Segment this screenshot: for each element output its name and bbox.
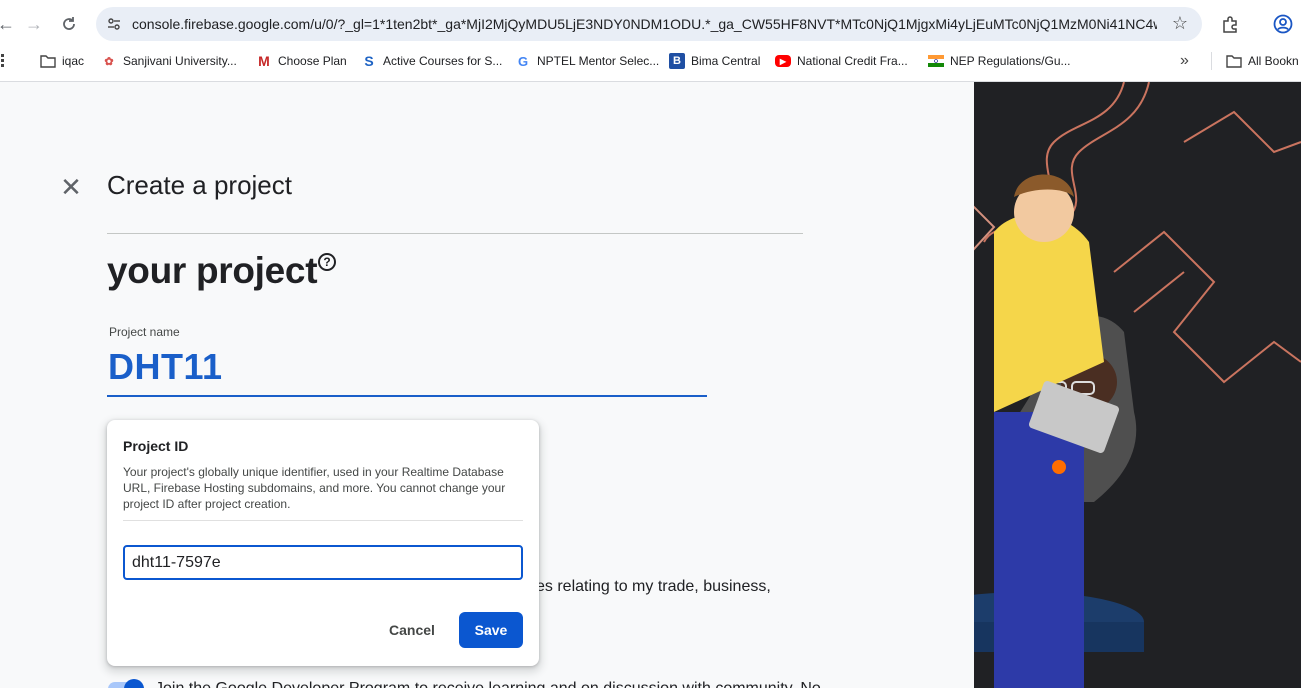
browser-chrome: ← → console.firebase.google.com/u/0/?_gl…	[0, 0, 1301, 82]
close-icon[interactable]: ✕	[58, 174, 84, 200]
extensions-icon[interactable]	[1218, 12, 1242, 36]
bookmark-star-icon[interactable]: ☆	[1172, 13, 1188, 34]
bookmark-sanjivani[interactable]: ✿ Sanjivani University...	[101, 52, 236, 70]
india-flag-icon	[928, 53, 944, 69]
reload-icon[interactable]	[57, 12, 81, 36]
firebase-create-project-page: ✕ Create a project your project ? Projec…	[0, 82, 1301, 688]
b-logo-icon: B	[669, 53, 685, 69]
bookmark-nptel[interactable]: G NPTEL Mentor Selec...	[515, 52, 659, 70]
terms-checkbox-text: es relating to my trade, business,	[536, 578, 771, 595]
project-name-underline	[107, 395, 707, 397]
developer-program-text: Join the Google Developer Program to rec…	[155, 680, 821, 688]
s-logo-icon: S	[364, 53, 374, 69]
forward-icon[interactable]: →	[22, 12, 46, 36]
folder-icon	[1226, 53, 1242, 69]
folder-icon	[40, 53, 56, 69]
profile-icon[interactable]	[1271, 12, 1295, 36]
apps-icon[interactable]	[0, 52, 6, 70]
more-bookmarks-icon[interactable]: »	[1180, 52, 1189, 70]
popup-description: Your project's globally unique identifie…	[123, 465, 506, 511]
hero-illustration	[974, 82, 1301, 688]
site-info-icon[interactable]	[106, 16, 122, 37]
header-divider	[107, 233, 803, 234]
youtube-icon: ▶	[775, 55, 791, 67]
bookmark-active-courses[interactable]: S Active Courses for S...	[361, 52, 502, 70]
all-bookmarks[interactable]: All Bookn	[1226, 52, 1299, 70]
m-logo-icon: M	[258, 53, 270, 69]
bookmark-choose-plan[interactable]: M Choose Plan	[256, 52, 347, 70]
cancel-button[interactable]: Cancel	[378, 612, 446, 648]
page-title: Create a project	[107, 170, 292, 200]
sanjivani-icon: ✿	[104, 55, 114, 68]
bookmark-nep-regulations[interactable]: NEP Regulations/Gu...	[928, 52, 1071, 70]
developer-program-toggle[interactable]	[108, 679, 144, 688]
url-text[interactable]: console.firebase.google.com/u/0/?_gl=1*1…	[132, 16, 1157, 32]
save-button[interactable]: Save	[459, 612, 523, 648]
project-name-input[interactable]: DHT11	[108, 346, 223, 388]
bookmark-iqac[interactable]: iqac	[40, 52, 84, 70]
project-name-label: Project name	[109, 325, 180, 339]
project-id-input[interactable]	[123, 545, 523, 580]
popup-divider	[123, 520, 523, 521]
google-icon: G	[517, 53, 529, 69]
bookmarks-bar: iqac ✿ Sanjivani University... M Choose …	[0, 48, 1301, 74]
address-bar[interactable]: console.firebase.google.com/u/0/?_gl=1*1…	[96, 7, 1202, 41]
project-id-popup: Project ID Your project's globally uniqu…	[107, 420, 539, 666]
help-icon[interactable]: ?	[318, 253, 336, 271]
popup-title: Project ID	[123, 438, 189, 454]
section-heading: your project	[107, 250, 318, 291]
bookmark-bima-central[interactable]: B Bima Central	[669, 52, 760, 70]
back-icon[interactable]: ←	[0, 12, 18, 36]
bookmarks-separator	[1211, 52, 1212, 70]
bookmark-national-credit[interactable]: ▶ National Credit Fra...	[775, 52, 908, 70]
